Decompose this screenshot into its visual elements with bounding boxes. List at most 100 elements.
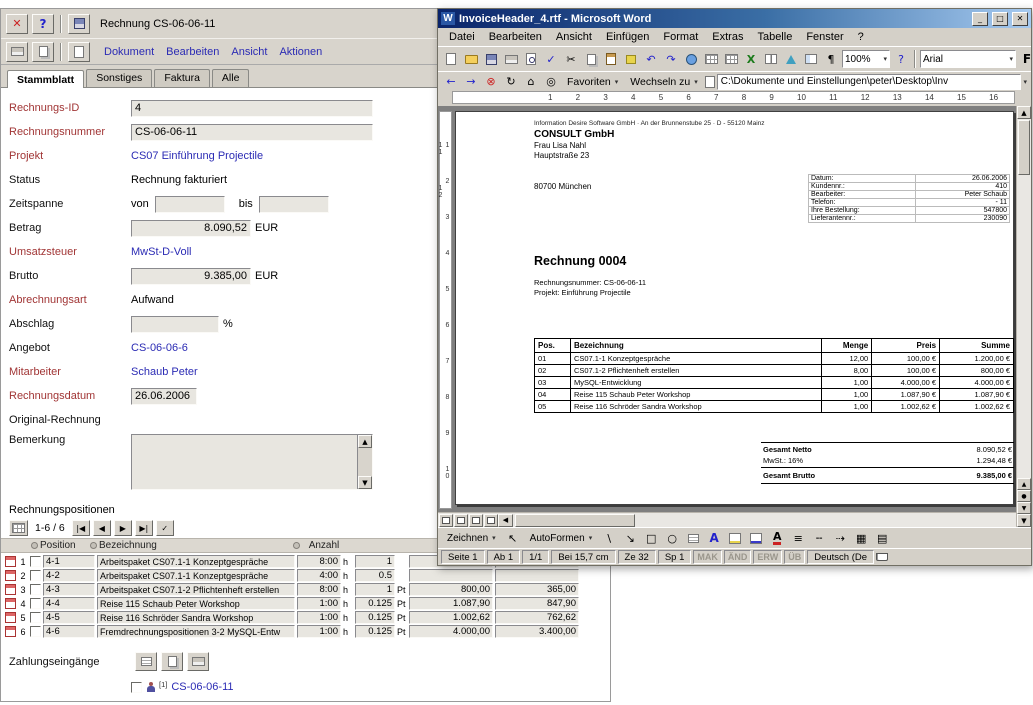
line-color-icon[interactable]: [747, 529, 765, 547]
insert-excel-button[interactable]: X: [742, 50, 760, 68]
tab-faktura[interactable]: Faktura: [154, 69, 210, 87]
drawing-button[interactable]: [782, 50, 800, 68]
normal-view-button[interactable]: [439, 514, 453, 527]
anzahl-cell[interactable]: 4:00: [297, 569, 341, 582]
bemerkung-textarea[interactable]: ▲ ▼: [131, 434, 373, 490]
faktor-cell[interactable]: 1: [355, 583, 395, 596]
preis-cell[interactable]: 1.002,62: [409, 611, 493, 624]
threed-icon[interactable]: ▤: [873, 529, 891, 547]
row-checkbox[interactable]: [30, 598, 41, 609]
bezeichnung-cell[interactable]: Arbeitspaket CS07.1-1 Konzeptgespräche: [97, 555, 295, 568]
search-button[interactable]: ◎: [542, 73, 560, 91]
rechnungs-id-input[interactable]: 4: [131, 100, 373, 117]
menu-dokument[interactable]: Dokument: [104, 46, 154, 58]
forward-button[interactable]: →: [462, 73, 480, 91]
menu-extras[interactable]: Extras: [705, 30, 750, 44]
position-cell[interactable]: 4-5: [43, 611, 95, 624]
browse-object-icon[interactable]: ●: [1017, 490, 1031, 502]
assistant-help-button[interactable]: ?: [892, 50, 910, 68]
payment-link[interactable]: CS-06-06-11: [171, 681, 233, 693]
back-button[interactable]: ←: [442, 73, 460, 91]
menu-ansicht[interactable]: Ansicht: [549, 30, 599, 44]
sort-icon[interactable]: [293, 542, 300, 549]
home-button[interactable]: ⌂: [522, 73, 540, 91]
summe-cell[interactable]: 762,62: [495, 611, 579, 624]
maximize-button[interactable]: □: [992, 12, 1008, 26]
document-map-button[interactable]: [802, 50, 820, 68]
arrow-icon[interactable]: ↘: [621, 529, 639, 547]
summe-cell[interactable]: 847,90: [495, 597, 579, 610]
zeitspanne-bis-input[interactable]: [259, 196, 329, 213]
vertical-scrollbar[interactable]: ▲ ▲ ● ▼ ▼: [1016, 106, 1031, 527]
menu-format[interactable]: Format: [656, 30, 705, 44]
print-preview-button[interactable]: [522, 50, 540, 68]
hyperlink-button[interactable]: [682, 50, 700, 68]
status-flag-aend[interactable]: ÄND: [724, 550, 752, 564]
row-checkbox[interactable]: [30, 612, 41, 623]
help-button[interactable]: ?: [32, 14, 54, 34]
rechnungsdatum-input[interactable]: 26.06.2006: [131, 388, 197, 405]
summe-cell[interactable]: 365,00: [495, 583, 579, 596]
anzahl-cell[interactable]: 1:00: [297, 611, 341, 624]
wordart-icon[interactable]: A: [705, 529, 723, 547]
payment-checkbox[interactable]: [131, 682, 142, 693]
bezeichnung-cell[interactable]: Arbeitspaket CS07.1-1 Konzeptgespräche: [97, 569, 295, 582]
abschlag-input[interactable]: [131, 316, 219, 333]
add-payment-button[interactable]: [135, 652, 157, 671]
position-cell[interactable]: 4-1: [43, 555, 95, 568]
summe-cell[interactable]: 3.400,00: [495, 625, 579, 638]
print-button[interactable]: [502, 50, 520, 68]
rectangle-icon[interactable]: □: [642, 529, 660, 547]
oval-icon[interactable]: ○: [663, 529, 681, 547]
copy-button[interactable]: [32, 42, 54, 62]
copy-button[interactable]: [582, 50, 600, 68]
umsatzsteuer-link[interactable]: MwSt-D-Voll: [131, 246, 192, 258]
fill-color-icon[interactable]: [726, 529, 744, 547]
paste-button[interactable]: [602, 50, 620, 68]
row-checkbox[interactable]: [30, 570, 41, 581]
horizontal-ruler[interactable]: 1 2 3 4 5 6 7 8 9 10 11 12 13 14 15 16 1…: [438, 91, 1031, 106]
close-button[interactable]: ✕: [1012, 12, 1028, 26]
format-painter-button[interactable]: [622, 50, 640, 68]
zeitspanne-von-input[interactable]: [155, 196, 225, 213]
expand-rows-button[interactable]: [9, 520, 28, 536]
bezeichnung-cell[interactable]: Arbeitspaket CS07.1-2 Pflichtenheft erst…: [97, 583, 295, 596]
scrollbar-thumb[interactable]: [515, 514, 635, 527]
next-page-icon[interactable]: ▼: [1017, 502, 1031, 514]
copy-payment-button[interactable]: [161, 652, 183, 671]
rechnungsnummer-input[interactable]: CS-06-06-11: [131, 124, 373, 141]
last-page-button[interactable]: ▶|: [135, 520, 153, 536]
cut-button[interactable]: ✂: [562, 50, 580, 68]
save-button[interactable]: [68, 14, 90, 34]
position-row-icon[interactable]: [5, 584, 16, 595]
horizontal-scrollbar[interactable]: ◀: [438, 512, 1016, 527]
scroll-left-icon[interactable]: ◀: [498, 514, 513, 527]
brutto-input[interactable]: 9.385,00: [131, 268, 251, 285]
status-flag-mak[interactable]: MAK: [693, 550, 722, 564]
menu-hilfe[interactable]: ?: [851, 30, 871, 44]
faktor-cell[interactable]: 0.125: [355, 611, 395, 624]
column-header-bezeichnung[interactable]: Bezeichnung: [99, 540, 291, 551]
bezeichnung-cell[interactable]: Fremdrechnungspositionen 3-2 MySQL-Entw: [97, 625, 295, 638]
insert-table-button[interactable]: [722, 50, 740, 68]
refresh-button[interactable]: ↻: [502, 73, 520, 91]
menu-tabelle[interactable]: Tabelle: [750, 30, 799, 44]
preis-cell[interactable]: [409, 569, 493, 582]
position-row-icon[interactable]: [5, 598, 16, 609]
row-checkbox[interactable]: [30, 556, 41, 567]
font-select[interactable]: Arial ▾: [920, 50, 1016, 68]
betrag-input[interactable]: 8.090,52: [131, 220, 251, 237]
show-paragraph-button[interactable]: ¶: [822, 50, 840, 68]
memo-scrollbar[interactable]: ▲ ▼: [357, 435, 372, 489]
menu-fenster[interactable]: Fenster: [799, 30, 850, 44]
scrollbar-track[interactable]: [1017, 176, 1031, 478]
undo-button[interactable]: ↶: [642, 50, 660, 68]
address-input[interactable]: C:\Dokumente und Einstellungen\peter\Des…: [717, 74, 1022, 90]
faktor-cell[interactable]: 1: [355, 555, 395, 568]
address-dropdown-icon[interactable]: ▾: [1023, 78, 1027, 86]
faktor-cell[interactable]: 0.125: [355, 625, 395, 638]
faktor-cell[interactable]: 0.125: [355, 597, 395, 610]
vertical-ruler[interactable]: 1 2 3 4 5 6 7 8 9 10 11 12: [439, 111, 452, 509]
spelling-button[interactable]: ✓: [542, 50, 560, 68]
close-button[interactable]: ✕: [6, 14, 28, 34]
